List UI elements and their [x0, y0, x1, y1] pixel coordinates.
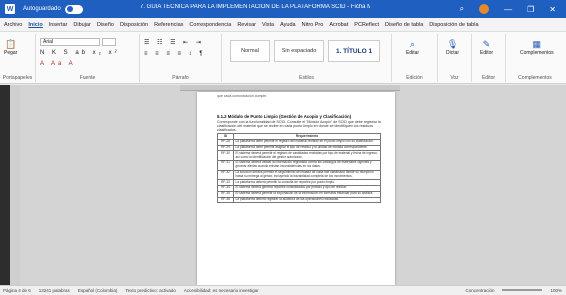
find-button[interactable]: ⌕ Editar — [406, 38, 419, 57]
word-icon: W — [5, 4, 15, 14]
document-page[interactable]: que cada comunicación cumple. 5.1.2 Módu… — [197, 92, 395, 285]
search-icon: ⌕ — [410, 38, 416, 49]
microphone-icon: 🎙 — [446, 38, 459, 49]
list-buttons[interactable]: ☰ ☷ ☰ ⇤ ⇥ — [144, 39, 204, 46]
dictate-button[interactable]: 🎙 Dictar — [446, 38, 459, 57]
tab-vista[interactable]: Vista — [262, 22, 274, 28]
navigation-strip — [0, 85, 10, 285]
table-row: RF-30 El sistema deberá permitir el regis… — [217, 150, 381, 161]
addins-group: ▦ Complementos Complementos — [518, 38, 554, 82]
paste-button[interactable]: 📋 Pegar — [4, 38, 17, 57]
title-bar: W Autoguardado 7. GUIA TECNICA PARA LA I… — [0, 0, 566, 18]
tab-acrobat[interactable]: Acrobat — [329, 22, 348, 28]
style-titulo-1[interactable]: 1. TÍTULO 1 — [328, 40, 380, 62]
accessibility-status[interactable]: Accesibilidad: es necesario investigar — [184, 288, 259, 293]
table-row: RF-36 La plataforma deberá registrar la a… — [217, 196, 381, 204]
search-icon[interactable]: ⌕ — [460, 4, 464, 14]
row-text: La solución deberá permitir el seguimien… — [233, 169, 381, 181]
tab-nitro[interactable]: Nitro Pro — [302, 22, 324, 28]
zoom-slider[interactable] — [502, 289, 543, 291]
autosave-toggle[interactable] — [64, 4, 83, 14]
font-color-buttons[interactable]: A Aa A — [40, 61, 76, 67]
row-id: RF-32 — [217, 169, 234, 181]
tab-diseno[interactable]: Diseño — [97, 22, 114, 28]
font-group: Arial N K S ab x₂ x² A Aa A Fuente — [36, 34, 140, 82]
close-button[interactable]: ✕ — [549, 5, 556, 14]
editing-group: ⌕ Editar Edición — [392, 34, 438, 82]
tab-ayuda[interactable]: Ayuda — [280, 22, 296, 28]
font-name-select[interactable]: Arial — [40, 38, 100, 46]
table-row: RF-32 La solución deberá permitir el segu… — [217, 169, 381, 181]
avatar[interactable] — [479, 4, 490, 14]
zoom-level[interactable]: 100% — [550, 288, 562, 293]
styles-group: Normal Sin espaciado 1. TÍTULO 1 Estilos — [222, 34, 392, 82]
addins-button[interactable]: ▦ Complementos — [520, 38, 554, 57]
tab-insertar[interactable]: Insertar — [49, 22, 68, 28]
font-size-select[interactable] — [102, 38, 116, 46]
requirements-table[interactable]: ID Requerimiento RF-28 La plataforma debe… — [217, 133, 381, 204]
clipboard-group: 📋 Pegar Portapapeles — [0, 34, 36, 82]
paragraph-group: ☰ ☷ ☰ ⇤ ⇥ ≡ ≡ ≡ ≡ ↕ ¶ Párrafo — [140, 34, 222, 82]
row-id: RF-36 — [217, 196, 234, 204]
document-title: 7. GUIA TECNICA PARA LA IMPLEMENTACIÓN D… — [140, 4, 370, 10]
editor-group: ✎ Editor Editor — [472, 34, 506, 82]
tab-dibujar[interactable]: Dibujar — [73, 22, 90, 28]
maximize-button[interactable]: ❐ — [527, 5, 534, 14]
language[interactable]: Español (Colombia) — [78, 288, 118, 293]
row-text: El sistema deberá permitir el registro d… — [233, 150, 381, 161]
page-count[interactable]: Página 4 de 6 — [3, 288, 31, 293]
tab-inicio[interactable]: Inicio — [28, 22, 42, 28]
vertical-ruler — [10, 85, 20, 285]
tab-referencias[interactable]: Referencias — [154, 22, 183, 28]
style-sin-espaciado[interactable]: Sin espaciado — [274, 40, 324, 62]
page-top-line: que cada comunicación cumple. — [217, 94, 268, 98]
tab-correspondencia[interactable]: Correspondencia — [189, 22, 231, 28]
table-row: RF-31 El sistema deberá validar la inform… — [217, 160, 381, 171]
autosave-label: Autoguardado — [23, 6, 61, 12]
grid-icon: ▦ — [532, 38, 542, 49]
editor-pen-icon: ✎ — [482, 38, 491, 49]
ribbon: 📋 Pegar Portapapeles Arial N K S ab x₂ x… — [0, 32, 566, 84]
tab-archivo[interactable]: Archivo — [4, 22, 22, 28]
row-text: El sistema deberá validar la información… — [233, 160, 381, 171]
editor-button[interactable]: ✎ Editor — [480, 38, 493, 57]
align-buttons[interactable]: ≡ ≡ ≡ ≡ ↕ ¶ — [144, 51, 206, 57]
predictive-text[interactable]: Texto predictivo: activado — [125, 288, 176, 293]
minimize-button[interactable]: — — [504, 5, 512, 14]
tab-diseno-tabla[interactable]: Diseño de tabla — [385, 22, 423, 28]
status-bar: Página 4 de 6 13241 palabras Español (Co… — [0, 285, 566, 295]
clipboard-icon: 📋 — [5, 38, 17, 49]
style-normal[interactable]: Normal — [230, 40, 270, 62]
font-format-buttons[interactable]: N K S ab x₂ x² — [40, 50, 120, 56]
row-id: RF-30 — [217, 150, 234, 161]
document-workspace: que cada comunicación cumple. 5.1.2 Módu… — [0, 85, 566, 285]
ribbon-tabs: Archivo Inicio Insertar Dibujar Diseño D… — [0, 18, 566, 32]
voice-group: 🎙 Dictar Voz — [438, 34, 472, 82]
word-count[interactable]: 13241 palabras — [39, 288, 70, 293]
tab-disposicion-tabla[interactable]: Disposición de tabla — [429, 22, 478, 28]
tab-disposicion[interactable]: Disposición — [120, 22, 148, 28]
horizontal-ruler — [180, 85, 400, 91]
section-heading: 5.1.2 Módulo de Punto Limpio (Gestión de… — [217, 114, 352, 119]
row-text: La plataforma deberá registrar la audito… — [233, 196, 381, 204]
tab-pcreflect[interactable]: PCReflect — [354, 22, 379, 28]
section-paragraph: Corresponde con la funcionalidad de SCID… — [217, 120, 381, 133]
tab-revisar[interactable]: Revisar — [237, 22, 256, 28]
focus-button[interactable]: Concentración — [465, 288, 494, 293]
row-id: RF-31 — [217, 160, 234, 171]
